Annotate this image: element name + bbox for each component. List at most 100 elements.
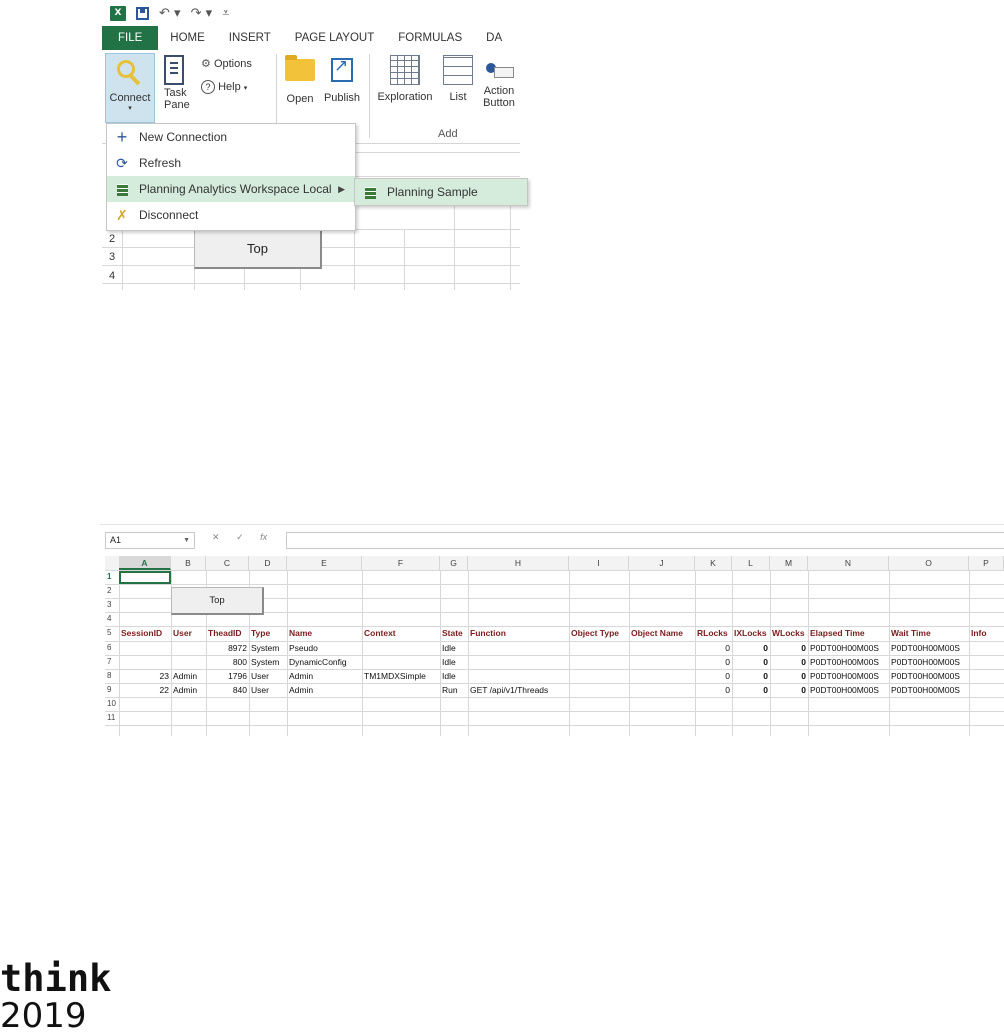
- table-cell[interactable]: [362, 642, 440, 654]
- row-header-2[interactable]: 2: [105, 585, 119, 597]
- table-cell[interactable]: 0: [695, 670, 732, 682]
- publish-button[interactable]: Publish: [320, 53, 364, 104]
- column-header-e[interactable]: E: [287, 556, 362, 570]
- table-cell[interactable]: System: [249, 656, 287, 668]
- table-cell[interactable]: [629, 656, 695, 668]
- table-cell[interactable]: 22: [119, 684, 171, 696]
- table-header-cell[interactable]: Elapsed Time: [808, 627, 889, 639]
- table-cell[interactable]: [362, 684, 440, 696]
- table-cell[interactable]: P0DT00H00M00S: [808, 642, 889, 654]
- table-cell[interactable]: Idle: [440, 670, 468, 682]
- table-header-cell[interactable]: User: [171, 627, 206, 639]
- table-header-cell[interactable]: Function: [468, 627, 569, 639]
- table-cell[interactable]: 0: [770, 670, 808, 682]
- column-header-c[interactable]: C: [206, 556, 249, 570]
- table-cell[interactable]: P0DT00H00M00S: [889, 642, 969, 654]
- table-header-cell[interactable]: IXLocks: [732, 627, 770, 639]
- table-cell[interactable]: 0: [695, 656, 732, 668]
- options-button[interactable]: ⚙ Options: [201, 57, 252, 70]
- undo-icon[interactable]: ↶ ▾: [159, 6, 181, 21]
- table-header-cell[interactable]: Wait Time: [889, 627, 969, 639]
- help-button[interactable]: ? Help ▾: [201, 80, 247, 94]
- table-cell[interactable]: User: [249, 670, 287, 682]
- table-cell[interactable]: [171, 642, 206, 654]
- table-cell[interactable]: 0: [770, 684, 808, 696]
- table-cell[interactable]: 0: [732, 670, 770, 682]
- column-header-f[interactable]: F: [362, 556, 440, 570]
- row-header-6[interactable]: 6: [105, 642, 119, 654]
- table-header-cell[interactable]: Type: [249, 627, 287, 639]
- table-cell[interactable]: 0: [695, 684, 732, 696]
- column-header-k[interactable]: K: [695, 556, 732, 570]
- column-header-j[interactable]: J: [629, 556, 695, 570]
- tab-page-layout[interactable]: PAGE LAYOUT: [283, 26, 386, 50]
- table-header-cell[interactable]: Object Type: [569, 627, 629, 639]
- top-button[interactable]: Top: [194, 229, 322, 269]
- connect-button[interactable]: Connect ▾: [105, 53, 155, 123]
- table-cell[interactable]: P0DT00H00M00S: [808, 670, 889, 682]
- function-icon[interactable]: fx: [260, 532, 267, 542]
- table-cell[interactable]: Admin: [171, 684, 206, 696]
- customize-toolbar-icon[interactable]: ⩡: [222, 6, 229, 21]
- table-cell[interactable]: 0: [695, 642, 732, 654]
- column-header-g[interactable]: G: [440, 556, 468, 570]
- table-cell[interactable]: [969, 670, 1004, 682]
- table-cell[interactable]: DynamicConfig: [287, 656, 362, 668]
- task-pane-button[interactable]: Task Pane: [164, 53, 198, 111]
- action-button-button[interactable]: Action Button: [479, 53, 519, 109]
- table-header-cell[interactable]: RLocks: [695, 627, 732, 639]
- table-cell[interactable]: [629, 670, 695, 682]
- table-cell[interactable]: [629, 642, 695, 654]
- check-icon[interactable]: ✓: [236, 532, 244, 542]
- table-cell[interactable]: User: [249, 684, 287, 696]
- table-cell[interactable]: [969, 684, 1004, 696]
- table-cell[interactable]: System: [249, 642, 287, 654]
- column-header-n[interactable]: N: [808, 556, 889, 570]
- tab-insert[interactable]: INSERT: [217, 26, 283, 50]
- exploration-button[interactable]: Exploration: [373, 53, 437, 103]
- table-header-cell[interactable]: Object Name: [629, 627, 695, 639]
- menu-item-new-connection[interactable]: + New Connection: [107, 124, 355, 150]
- table-cell[interactable]: [969, 656, 1004, 668]
- table-cell[interactable]: [569, 670, 629, 682]
- row-header-10[interactable]: 10: [105, 698, 119, 710]
- top-button-sheet[interactable]: Top: [171, 587, 264, 615]
- table-cell[interactable]: [468, 656, 569, 668]
- table-cell[interactable]: [362, 656, 440, 668]
- table-cell[interactable]: Admin: [287, 684, 362, 696]
- menu-item-planning-sample[interactable]: Planning Sample: [355, 179, 527, 205]
- name-box[interactable]: A1 ▼: [105, 532, 195, 549]
- column-header-p[interactable]: P: [969, 556, 1004, 570]
- column-header-m[interactable]: M: [770, 556, 808, 570]
- table-header-cell[interactable]: SessionID: [119, 627, 171, 639]
- table-cell[interactable]: Pseudo: [287, 642, 362, 654]
- table-header-cell[interactable]: WLocks: [770, 627, 808, 639]
- row-header-7[interactable]: 7: [105, 656, 119, 668]
- table-cell[interactable]: [569, 642, 629, 654]
- table-cell[interactable]: [171, 656, 206, 668]
- table-cell[interactable]: 1796: [206, 670, 249, 682]
- row-header-8[interactable]: 8: [105, 670, 119, 682]
- table-cell[interactable]: P0DT00H00M00S: [889, 670, 969, 682]
- table-cell[interactable]: 0: [770, 656, 808, 668]
- save-icon[interactable]: [136, 6, 149, 20]
- table-cell[interactable]: P0DT00H00M00S: [808, 656, 889, 668]
- table-cell[interactable]: [569, 656, 629, 668]
- tab-file[interactable]: FILE: [102, 26, 159, 50]
- menu-item-disconnect[interactable]: ✗ Disconnect: [107, 202, 355, 228]
- table-cell[interactable]: Run: [440, 684, 468, 696]
- menu-item-pa-workspace-local[interactable]: Planning Analytics Workspace Local ▶: [107, 176, 355, 202]
- table-cell[interactable]: Admin: [171, 670, 206, 682]
- list-button[interactable]: List: [440, 53, 476, 103]
- table-cell[interactable]: 0: [770, 642, 808, 654]
- table-cell[interactable]: TM1MDXSimple: [362, 670, 440, 682]
- table-header-cell[interactable]: Context: [362, 627, 440, 639]
- row-header-3[interactable]: 3: [105, 599, 119, 611]
- redo-icon[interactable]: ↷ ▾: [191, 6, 213, 21]
- table-cell[interactable]: P0DT00H00M00S: [808, 684, 889, 696]
- column-header-b[interactable]: B: [171, 556, 206, 570]
- menu-item-refresh[interactable]: ⟳ Refresh: [107, 150, 355, 176]
- table-cell[interactable]: 0: [732, 684, 770, 696]
- column-header-h[interactable]: H: [468, 556, 569, 570]
- table-cell[interactable]: 23: [119, 670, 171, 682]
